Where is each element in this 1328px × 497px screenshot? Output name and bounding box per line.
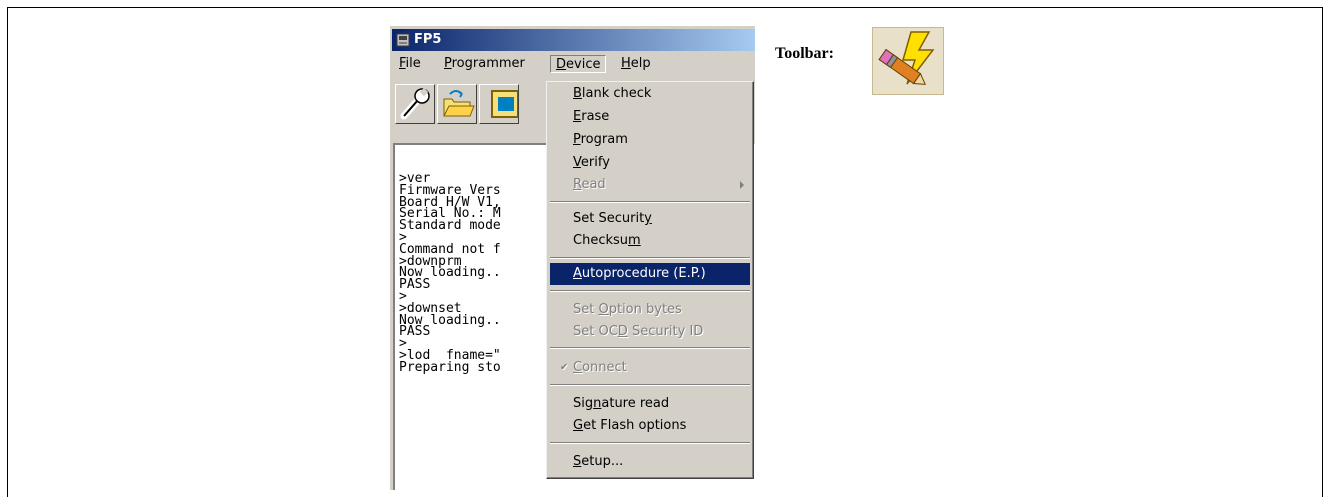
window-title: FP5: [414, 32, 442, 47]
menu-item-blank-check[interactable]: Blank check: [550, 83, 750, 105]
menu-item-setup[interactable]: Setup...: [550, 451, 750, 473]
menu-separator: [550, 442, 750, 444]
submenu-arrow-icon: [740, 181, 744, 189]
checkmark-icon: ✔: [560, 362, 569, 373]
menu-separator: [550, 347, 750, 349]
menu-file[interactable]: File: [394, 55, 426, 73]
menu-separator: [550, 384, 750, 386]
menu-item-checksum[interactable]: Checksum: [550, 230, 750, 252]
menu-item-program[interactable]: Program: [550, 129, 750, 151]
wrench-button[interactable]: [395, 84, 435, 124]
menu-device[interactable]: Device: [550, 55, 607, 73]
toolbar-caption: Toolbar:: [775, 45, 834, 62]
menu-separator: [550, 257, 750, 259]
device-dropdown-menu: Blank check Erase Program Verify Read Se…: [546, 81, 754, 479]
board-button[interactable]: [479, 84, 519, 124]
menu-item-signature-read[interactable]: Signature read: [550, 393, 750, 415]
menu-item-autoprocedure[interactable]: Autoprocedure (E.P.): [550, 263, 750, 285]
board-icon: [491, 90, 519, 118]
wrench-icon: [400, 87, 430, 120]
menu-item-get-flash-options[interactable]: Get Flash options: [550, 415, 750, 437]
folder-icon: [443, 90, 475, 117]
menu-item-set-ocd-security-id[interactable]: Set OCD Security ID: [550, 321, 750, 343]
app-icon: [396, 33, 410, 47]
title-bar[interactable]: FP5: [392, 29, 755, 51]
menu-help[interactable]: Help: [616, 55, 656, 73]
menu-item-verify[interactable]: Verify: [550, 152, 750, 174]
menu-item-set-option-bytes[interactable]: Set Option bytes: [550, 299, 750, 321]
menu-item-connect[interactable]: ✔ Connect: [550, 357, 750, 379]
menu-programmer[interactable]: Programmer: [439, 55, 530, 73]
console-text: >ver Firmware Vers Board H/W V1, Serial …: [399, 171, 501, 375]
menu-item-set-security[interactable]: Set Security: [550, 208, 750, 230]
menu-bar: File Programmer Device Help: [392, 53, 755, 75]
pencil-lightning-icon: [878, 31, 935, 85]
menu-item-read[interactable]: Read: [550, 174, 750, 196]
open-folder-button[interactable]: [437, 84, 477, 124]
menu-separator: [550, 201, 750, 203]
autoprocedure-toolbar-icon: [872, 27, 944, 95]
menu-separator: [550, 290, 750, 292]
menu-item-erase[interactable]: Erase: [550, 106, 750, 128]
